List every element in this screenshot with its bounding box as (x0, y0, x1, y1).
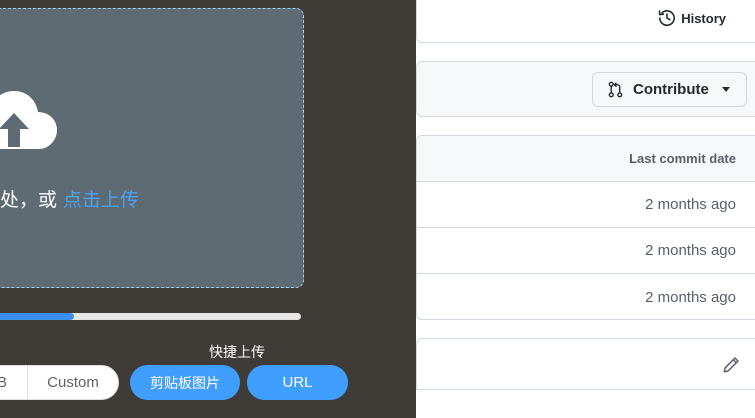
upload-drop-zone[interactable]: 此处，或 点击上传 (0, 8, 304, 288)
table-header-last-commit-date: Last commit date (417, 136, 755, 182)
drop-text-prefix: 此处，或 (0, 189, 58, 211)
pencil-icon[interactable] (722, 356, 740, 374)
upload-progress-fill (0, 313, 74, 320)
contribute-button[interactable]: Contribute (592, 72, 747, 107)
format-selector: B Custom (0, 365, 119, 400)
table-row[interactable]: 2 months ago (417, 182, 755, 228)
readme-header (416, 338, 755, 390)
commit-date: 2 months ago (645, 196, 736, 213)
history-label: History (681, 10, 726, 26)
table-row[interactable]: 2 months ago (417, 274, 755, 319)
format-option-b[interactable]: B (0, 366, 28, 399)
screen: 此处，或 点击上传 快捷上传 B Custom 剪贴板图片 URL Histor… (0, 0, 755, 418)
latest-commit-bar: History (416, 0, 755, 43)
format-option-custom[interactable]: Custom (28, 366, 118, 399)
contribute-label: Contribute (633, 81, 709, 98)
upload-progress-bar (0, 313, 301, 320)
upload-panel: 此处，或 点击上传 快捷上传 B Custom 剪贴板图片 URL (0, 0, 416, 418)
git-pull-request-icon (608, 81, 623, 98)
branch-status-bar: Contribute (416, 61, 755, 117)
commit-date: 2 months ago (645, 242, 736, 259)
drop-instructions: 此处，或 点击上传 (0, 185, 139, 212)
repository-panel: History Contribute Last commit date 2 mo… (416, 0, 755, 418)
table-row[interactable]: 2 months ago (417, 228, 755, 274)
history-link[interactable]: History (658, 7, 726, 29)
caret-down-icon (721, 87, 730, 92)
file-table: Last commit date 2 months ago 2 months a… (416, 135, 755, 320)
history-icon (658, 10, 676, 27)
cloud-upload-icon (0, 91, 57, 149)
commit-date: 2 months ago (645, 288, 736, 306)
click-upload-link[interactable]: 点击上传 (63, 189, 139, 211)
url-upload-button[interactable]: URL (247, 365, 348, 400)
clipboard-image-button[interactable]: 剪贴板图片 (130, 365, 240, 400)
quick-upload-label: 快捷上传 (209, 345, 265, 361)
